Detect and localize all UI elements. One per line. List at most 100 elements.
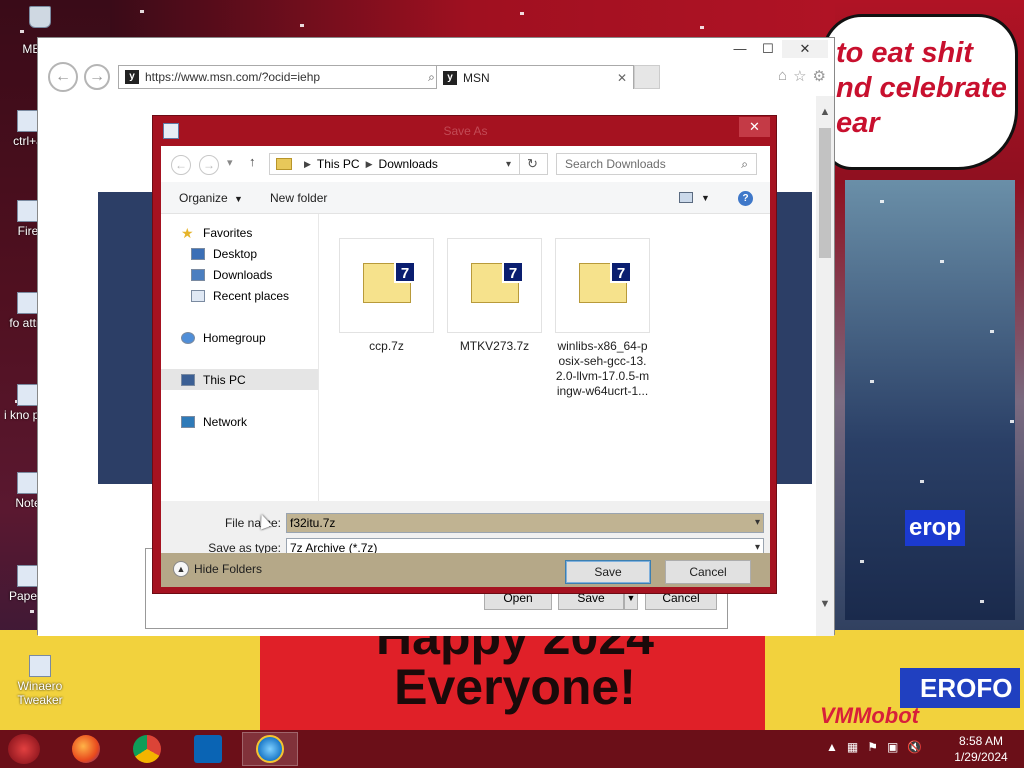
firefox-icon <box>72 735 100 763</box>
close-window-button[interactable]: ✕ <box>782 40 828 58</box>
dialog-forward-button[interactable]: → <box>199 155 219 175</box>
network-icon[interactable]: ▦ <box>847 740 858 754</box>
volume-mute-icon[interactable]: 🔇 <box>907 740 922 754</box>
breadcrumb[interactable]: ▶ This PC ▶ Downloads ▾ <box>269 153 548 175</box>
dialog-footer: ▲ Hide Folders Save Cancel <box>161 553 770 587</box>
recent-locations-icon[interactable]: ▾ <box>227 156 233 169</box>
ie-scroll-thumb[interactable] <box>819 128 831 258</box>
dialog-fields: File name: f32itu.7z ▾ Save as type: 7z … <box>161 501 770 558</box>
help-icon[interactable]: ? <box>738 191 753 206</box>
dialog-title: Save As <box>443 124 488 138</box>
nav-item-label: Desktop <box>213 246 258 261</box>
tray-overflow-icon[interactable]: ▲ <box>826 740 838 754</box>
clock[interactable]: 8:58 AM 1/29/2024 <box>946 733 1016 765</box>
network-icon <box>181 415 195 428</box>
scroll-up-icon[interactable]: ▲ <box>816 106 834 126</box>
address-bar[interactable]: y https://www.msn.com/?ocid=iehp ⌕ ▾ ↻ <box>118 65 470 89</box>
confetti-piece <box>700 26 704 29</box>
settings-gear-icon[interactable]: ⚙ <box>813 67 826 85</box>
confetti-piece <box>900 20 904 23</box>
recycle-bin-icon <box>29 6 51 28</box>
taskbar-chrome[interactable] <box>119 732 175 766</box>
back-arrow-icon: ← <box>55 68 71 85</box>
ie-titlebar: — ☐ ✕ <box>38 38 834 58</box>
action-center-icon[interactable]: ▣ <box>887 740 898 754</box>
wallpaper-top-region <box>110 0 835 40</box>
file-name-value: f32itu.7z <box>290 514 336 532</box>
scroll-down-icon[interactable]: ▼ <box>816 598 834 618</box>
desktop-icon-winaero[interactable]: Winaero Tweaker <box>14 655 66 707</box>
address-url[interactable]: https://www.msn.com/?ocid=iehp <box>145 70 428 84</box>
nav-item-homegroup[interactable]: Homegroup <box>161 327 318 348</box>
confetti-piece <box>870 380 874 383</box>
taskbar-firefox[interactable] <box>58 732 114 766</box>
save-button[interactable]: Save <box>565 560 651 584</box>
breadcrumb-this-pc[interactable]: This PC <box>317 157 360 171</box>
dropdown-arrow-icon: ▼ <box>626 593 636 603</box>
clock-time: 8:58 AM <box>958 734 1004 748</box>
dialog-refresh-button[interactable]: ↻ <box>519 153 545 175</box>
back-button[interactable]: ← <box>48 62 78 92</box>
shortcut-icon <box>17 472 39 494</box>
nav-item-network[interactable]: Network <box>161 411 318 432</box>
archive-badge: 7 <box>610 261 632 283</box>
confetti-piece <box>980 600 984 603</box>
forward-arrow-icon: → <box>203 158 215 172</box>
ie-window-controls: — ☐ ✕ <box>726 40 828 58</box>
archive-badge: 7 <box>394 261 416 283</box>
nav-item-recent[interactable]: Recent places <box>161 285 318 306</box>
view-options-icon[interactable] <box>679 192 693 203</box>
file-thumbnail: 7 <box>339 238 434 333</box>
hide-folders-toggle[interactable]: ▲ Hide Folders <box>173 561 262 577</box>
nav-item-label: Recent places <box>213 288 290 303</box>
chevron-down-icon[interactable]: ▾ <box>755 514 760 532</box>
nav-item-favorites[interactable]: ★ Favorites <box>161 222 318 243</box>
search-icon[interactable]: ⌕ <box>428 70 435 85</box>
file-item[interactable]: 7 ccp.7z <box>339 238 434 354</box>
confetti-piece <box>140 10 144 13</box>
nav-item-label: This PC <box>203 372 246 387</box>
tab-msn[interactable]: y MSN ✕ <box>436 65 634 89</box>
tab-close-icon[interactable]: ✕ <box>617 71 627 85</box>
forward-button[interactable]: → <box>84 64 110 90</box>
taskbar-internet-explorer[interactable] <box>242 732 298 766</box>
favorites-star-icon[interactable]: ☆ <box>793 67 806 85</box>
nav-item-this-pc[interactable]: This PC <box>161 369 318 390</box>
cancel-button[interactable]: Cancel <box>665 560 751 584</box>
organize-menu[interactable]: Organize ▼ <box>179 191 243 205</box>
dialog-close-button[interactable]: ✕ <box>739 117 770 137</box>
file-item[interactable]: 7 winlibs-x86_64-posix-seh-gcc-13.2.0-ll… <box>555 238 650 399</box>
ie-toolbar-icons: ⌂ ☆ ⚙ <box>778 67 826 85</box>
file-name-field[interactable]: f32itu.7z ▾ <box>286 513 764 533</box>
nav-item-desktop[interactable]: Desktop <box>161 243 318 264</box>
home-icon[interactable]: ⌂ <box>778 67 787 85</box>
minimize-button[interactable]: — <box>726 40 754 58</box>
new-folder-button[interactable]: New folder <box>270 191 327 205</box>
taskbar-outlook[interactable] <box>180 732 236 766</box>
confetti-piece <box>860 560 864 563</box>
file-name: ccp.7z <box>369 339 404 353</box>
downloads-folder-icon <box>191 268 205 281</box>
file-name: winlibs-x86_64-posix-seh-gcc-13.2.0-llvm… <box>555 339 650 398</box>
dialog-back-button[interactable]: ← <box>171 155 191 175</box>
up-arrow-icon[interactable]: ↑ <box>249 154 256 169</box>
confetti-piece <box>30 610 34 613</box>
7z-archive-icon: 7 <box>471 261 524 303</box>
wallpaper-sign: erop <box>905 510 965 546</box>
view-dropdown-icon[interactable]: ▼ <box>701 193 710 203</box>
new-tab-button[interactable] <box>634 65 660 89</box>
folder-icon <box>276 158 292 170</box>
breadcrumb-downloads[interactable]: Downloads <box>379 157 438 171</box>
confetti-piece <box>300 24 304 27</box>
search-input[interactable]: Search Downloads ⌕ <box>556 153 757 175</box>
organize-label: Organize <box>179 191 228 205</box>
confetti-piece <box>1000 110 1004 113</box>
chevron-down-icon[interactable]: ▾ <box>506 159 511 170</box>
file-item[interactable]: 7 MTKV273.7z <box>447 238 542 354</box>
nav-item-label: Downloads <box>213 267 273 282</box>
search-placeholder: Search Downloads <box>565 157 666 171</box>
start-button[interactable] <box>8 734 40 764</box>
nav-item-downloads[interactable]: Downloads <box>161 264 318 285</box>
flag-icon[interactable]: ⚑ <box>867 740 878 754</box>
maximize-button[interactable]: ☐ <box>754 40 782 58</box>
